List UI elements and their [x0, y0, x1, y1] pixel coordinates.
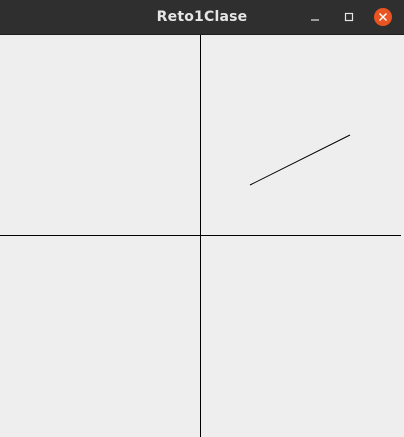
maximize-button[interactable] — [339, 7, 359, 27]
drawing-canvas — [0, 35, 404, 437]
title-bar[interactable]: Reto1Clase — [0, 0, 404, 35]
close-button[interactable] — [373, 7, 393, 27]
close-icon — [378, 12, 388, 22]
app-window: Reto1Clase — [0, 0, 404, 437]
close-button-circle — [374, 8, 392, 26]
canvas-drawing — [0, 35, 401, 437]
maximize-icon — [344, 12, 354, 22]
minimize-button[interactable] — [305, 7, 325, 27]
segment-line — [249, 134, 351, 186]
minimize-icon — [311, 19, 319, 21]
